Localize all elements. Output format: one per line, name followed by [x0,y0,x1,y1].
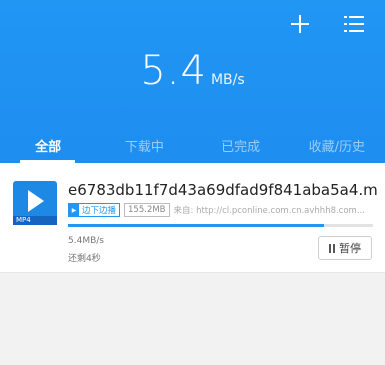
progress-bar [68,224,373,227]
tab-downloading[interactable]: 下载中 [96,136,192,160]
plus-icon-glyph [291,15,309,33]
app-header: 5.4 MB/s 全部 下载中 已完成 收藏/历史 [0,0,385,163]
speed-unit: MB/s [210,72,245,88]
video-file-icon: MP4 [13,181,57,225]
source-url: 来自: http://cl.pconline.com.cn.avhhh8.com… [173,206,365,216]
file-size: 155.2MB [124,203,170,217]
download-rate: 5.4MB/s [68,236,104,246]
progress-fill [68,224,325,227]
list-menu-icon[interactable] [340,10,368,38]
pause-button[interactable]: 暂停 [318,236,372,260]
time-remaining: 还剩4秒 [68,254,101,264]
file-type-badge: MP4 [13,216,57,225]
pause-label: 暂停 [339,242,361,255]
tab-bar: 全部 下载中 已完成 收藏/历史 [0,136,385,160]
download-meta: ▶ 边下边播 155.2MB 来自: http://cl.pconline.co… [68,203,373,217]
list-icon-glyph [344,16,364,32]
play-while-download-tag[interactable]: ▶ 边下边播 [68,203,121,217]
add-icon[interactable] [286,10,314,38]
tab-favorites-history[interactable]: 收藏/历史 [289,136,385,160]
total-speed: 5.4 MB/s [0,48,385,94]
tab-completed[interactable]: 已完成 [193,136,289,160]
play-while-download-label: 边下边播 [82,206,117,216]
play-small-icon: ▶ [69,204,79,216]
play-icon [28,190,44,212]
pause-icon [329,243,335,253]
speed-value: 5.4 [140,48,207,94]
tab-all[interactable]: 全部 [0,136,96,160]
file-name: e6783db11f7d43a69dfad9f841aba5a4.mp4 [68,181,378,199]
